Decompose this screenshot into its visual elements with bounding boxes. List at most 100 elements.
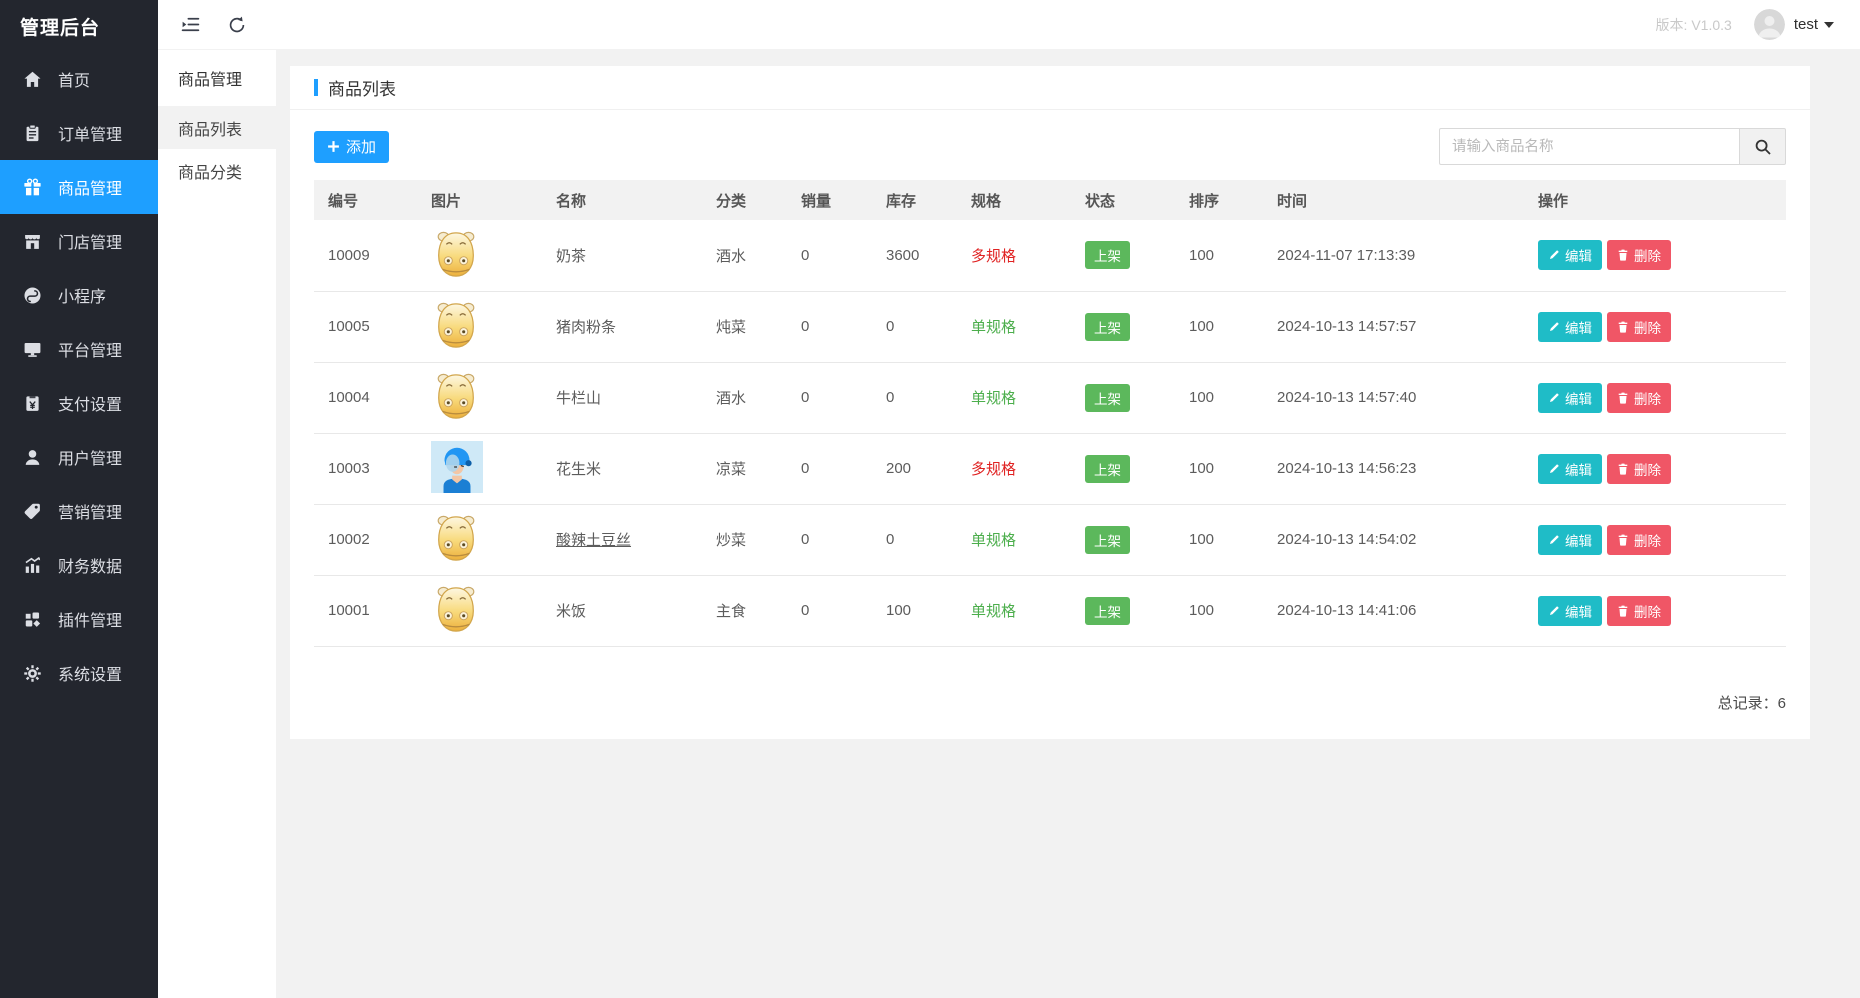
- sidebar-item-orders[interactable]: 订单管理: [0, 106, 158, 160]
- plugin-icon: [21, 610, 43, 629]
- product-id: 10009: [314, 220, 417, 292]
- sidebar-item-products[interactable]: 商品管理: [0, 160, 158, 214]
- subnav-header: 商品管理: [178, 72, 243, 89]
- spec-text: 单规格: [971, 319, 1017, 336]
- rider-image: [431, 440, 483, 493]
- edit-button[interactable]: 编辑: [1538, 382, 1602, 413]
- pencil-icon: [1549, 605, 1559, 615]
- product-name: 酸辣土豆丝: [542, 504, 702, 576]
- app-logo: 管理后台: [20, 17, 101, 39]
- spec-text: 多规格: [971, 461, 1017, 478]
- product-id: 10004: [314, 362, 417, 434]
- product-time: 2024-10-13 14:56:23: [1263, 433, 1524, 505]
- product-sort: 100: [1175, 575, 1263, 647]
- sidebar-item-home[interactable]: 首页: [0, 52, 158, 106]
- delete-button-label: 删除: [1634, 391, 1661, 407]
- delete-button[interactable]: 删除: [1607, 311, 1671, 342]
- product-name: 牛栏山: [542, 362, 702, 434]
- search-button[interactable]: [1739, 128, 1786, 165]
- product-category: 酒水: [702, 220, 787, 292]
- hippo-image: [437, 302, 475, 348]
- refresh-icon[interactable]: [227, 15, 247, 35]
- main-sidebar: 管理后台 首页 订单管理 商品管理 门店管理 小程序 平台管理 支付设置 用户管…: [0, 0, 158, 998]
- main-content: 商品列表 添加 请输入商品名称 编号 图片 名称 分类 销量 库存 规格 状态 …: [276, 50, 1860, 998]
- product-category: 凉菜: [702, 433, 787, 505]
- status-badge: 上架: [1085, 383, 1130, 412]
- product-id: 10001: [314, 575, 417, 647]
- pencil-icon: [1549, 250, 1559, 260]
- edit-button[interactable]: 编辑: [1538, 595, 1602, 626]
- add-button-label: 添加: [346, 139, 377, 156]
- column-header-sales: 销量: [787, 180, 872, 220]
- sidebar-item-payment[interactable]: 支付设置: [0, 376, 158, 430]
- delete-button[interactable]: 删除: [1607, 524, 1671, 555]
- hippo-image: [437, 586, 475, 632]
- edit-button-label: 编辑: [1565, 533, 1592, 549]
- delete-button-label: 删除: [1634, 320, 1661, 336]
- version-label: 版本: V1.0.3: [1655, 16, 1732, 33]
- delete-button[interactable]: 删除: [1607, 453, 1671, 484]
- sidebar-item-label: 支付设置: [58, 397, 123, 414]
- user-menu[interactable]: test: [1794, 16, 1834, 33]
- delete-button[interactable]: 删除: [1607, 240, 1671, 271]
- sidebar-item-finance[interactable]: 财务数据: [0, 538, 158, 592]
- delete-button[interactable]: 删除: [1607, 595, 1671, 626]
- sidebar-item-label: 门店管理: [58, 235, 123, 252]
- product-stock: 0: [872, 504, 957, 576]
- product-sales: 0: [787, 291, 872, 363]
- collapse-sidebar-icon[interactable]: [180, 14, 201, 35]
- hippo-image: [437, 231, 475, 277]
- sidebar-item-label: 商品管理: [58, 181, 123, 198]
- sidebar-item-settings[interactable]: 系统设置: [0, 646, 158, 700]
- product-time: 2024-11-07 17:13:39: [1263, 220, 1524, 292]
- edit-button[interactable]: 编辑: [1538, 240, 1602, 271]
- sidebar-item-miniapp[interactable]: 小程序: [0, 268, 158, 322]
- sidebar-item-label: 财务数据: [58, 559, 123, 576]
- hippo-image: [437, 515, 475, 561]
- edit-button-label: 编辑: [1565, 249, 1592, 265]
- product-sort: 100: [1175, 433, 1263, 505]
- subnav-item-product-list[interactable]: 商品列表: [158, 106, 276, 149]
- pencil-icon: [1549, 463, 1559, 473]
- edit-button[interactable]: 编辑: [1538, 524, 1602, 555]
- product-name: 猪肉粉条: [542, 291, 702, 363]
- product-image: [431, 228, 483, 280]
- sidebar-item-marketing[interactable]: 营销管理: [0, 484, 158, 538]
- sidebar-item-plugins[interactable]: 插件管理: [0, 592, 158, 646]
- product-image: [431, 583, 483, 635]
- delete-button-label: 删除: [1634, 462, 1661, 478]
- product-stock: 0: [872, 362, 957, 434]
- plus-icon: [328, 141, 339, 152]
- search-input[interactable]: [1439, 128, 1739, 165]
- column-header-image: 图片: [417, 180, 542, 220]
- sidebar-item-users[interactable]: 用户管理: [0, 430, 158, 484]
- pencil-icon: [1549, 534, 1559, 544]
- sidebar-item-label: 首页: [58, 73, 91, 90]
- storefront-icon: [21, 232, 43, 251]
- subnav-item-product-category[interactable]: 商品分类: [158, 149, 276, 192]
- sidebar-item-label: 系统设置: [58, 667, 123, 684]
- product-id: 10002: [314, 504, 417, 576]
- status-badge: 上架: [1085, 525, 1130, 554]
- miniapp-icon: [21, 286, 43, 305]
- column-header-category: 分类: [702, 180, 787, 220]
- avatar[interactable]: [1753, 9, 1785, 40]
- sidebar-item-platform[interactable]: 平台管理: [0, 322, 158, 376]
- edit-button[interactable]: 编辑: [1538, 311, 1602, 342]
- sidebar-item-label: 营销管理: [58, 505, 123, 522]
- sidebar-item-stores[interactable]: 门店管理: [0, 214, 158, 268]
- delete-button[interactable]: 删除: [1607, 382, 1671, 413]
- edit-button[interactable]: 编辑: [1538, 453, 1602, 484]
- pencil-icon: [1549, 392, 1559, 402]
- sidebar-item-label: 小程序: [58, 289, 107, 306]
- home-icon: [21, 70, 43, 89]
- sidebar-item-label: 订单管理: [58, 127, 123, 144]
- product-sort: 100: [1175, 220, 1263, 292]
- edit-button-label: 编辑: [1565, 604, 1592, 620]
- product-category: 炖菜: [702, 291, 787, 363]
- delete-button-label: 删除: [1634, 604, 1661, 620]
- add-button[interactable]: 添加: [314, 130, 390, 163]
- delete-button-label: 删除: [1634, 249, 1661, 265]
- table-row: 10009 奶茶 酒水 0 3600 多规格 上架 100 2024-11-07…: [314, 220, 1786, 292]
- product-time: 2024-10-13 14:41:06: [1263, 575, 1524, 647]
